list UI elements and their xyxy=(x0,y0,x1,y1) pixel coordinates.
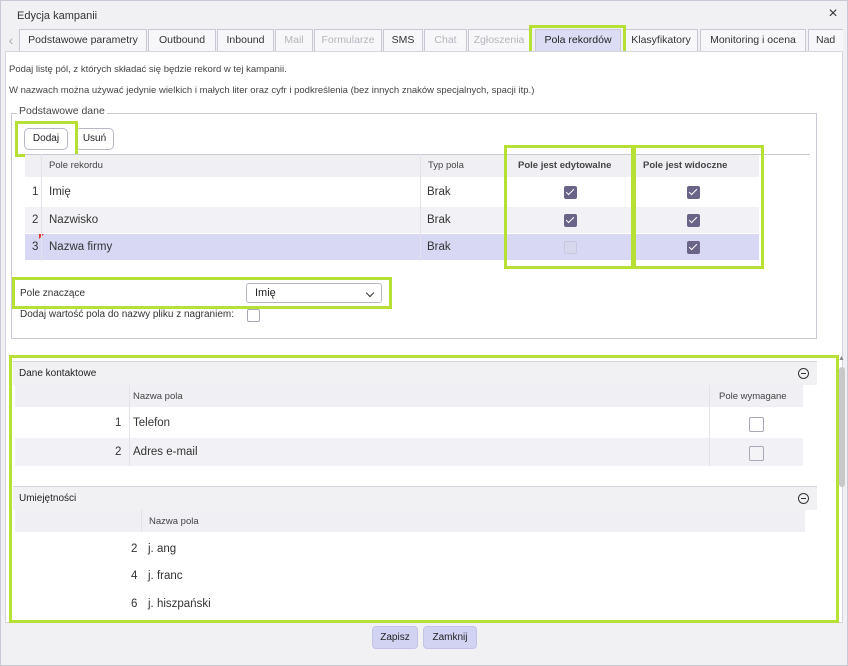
tab-basic-params[interactable]: Podstawowe parametry xyxy=(19,29,147,51)
row-num: 3 xyxy=(32,241,39,253)
highlight-key-field xyxy=(12,277,392,309)
append-to-filename-checkbox[interactable] xyxy=(247,309,260,322)
info-line-2: W nazwach można używać jedynie wielkich … xyxy=(9,85,535,96)
append-to-filename-label: Dodaj wartość pola do nazwy pliku z nagr… xyxy=(20,309,234,320)
field-type: Brak xyxy=(427,241,451,253)
row-num: 1 xyxy=(32,186,39,198)
close-icon[interactable]: × xyxy=(825,6,841,22)
remove-button[interactable]: Usuń xyxy=(75,128,114,150)
tab-more[interactable]: Nad xyxy=(808,29,843,51)
tab-classifiers[interactable]: Klasyfikatory xyxy=(624,29,698,51)
tab-forms[interactable]: Formularze xyxy=(314,29,382,51)
highlight-sections xyxy=(9,355,839,623)
info-line-1: Podaj listę pól, z których składać się b… xyxy=(9,64,287,75)
tab-monitoring[interactable]: Monitoring i ocena xyxy=(700,29,806,51)
tab-bar: ‹ Podstawowe parametry Outbound Inbound … xyxy=(5,29,843,51)
tab-scroll-left-icon[interactable]: ‹ xyxy=(5,31,17,51)
highlight-visible-col xyxy=(633,145,764,269)
tab-tickets[interactable]: Zgłoszenia xyxy=(468,29,530,51)
highlight-add xyxy=(15,121,78,157)
field-name: Imię xyxy=(49,186,71,198)
close-button[interactable]: Zamknij xyxy=(423,626,477,649)
tab-mail[interactable]: Mail xyxy=(275,29,313,51)
tab-outbound[interactable]: Outbound xyxy=(148,29,216,51)
row-num: 2 xyxy=(32,214,39,226)
titlebar: Edycja kampanii × xyxy=(1,1,847,29)
col-field: Pole rekordu xyxy=(49,160,103,171)
col-type: Typ pola xyxy=(428,160,464,171)
tab-inbound[interactable]: Inbound xyxy=(217,29,274,51)
col-divider xyxy=(420,154,421,261)
dialog-title: Edycja kampanii xyxy=(17,10,98,22)
scroll-up-icon[interactable]: ▲ xyxy=(838,355,845,362)
basic-data-legend: Podstawowe dane xyxy=(17,105,107,117)
field-type: Brak xyxy=(427,186,451,198)
col-divider xyxy=(41,154,42,261)
field-name: Nazwa firmy xyxy=(49,241,113,253)
field-name: Nazwisko xyxy=(49,214,99,226)
scrollbar[interactable] xyxy=(839,367,845,487)
save-button[interactable]: Zapisz xyxy=(372,626,418,649)
campaign-edit-dialog: Edycja kampanii × ‹ Podstawowe parametry… xyxy=(0,0,848,666)
field-type: Brak xyxy=(427,214,451,226)
tab-sms[interactable]: SMS xyxy=(383,29,423,51)
highlight-editable-col xyxy=(504,145,634,269)
tab-chat[interactable]: Chat xyxy=(424,29,467,51)
